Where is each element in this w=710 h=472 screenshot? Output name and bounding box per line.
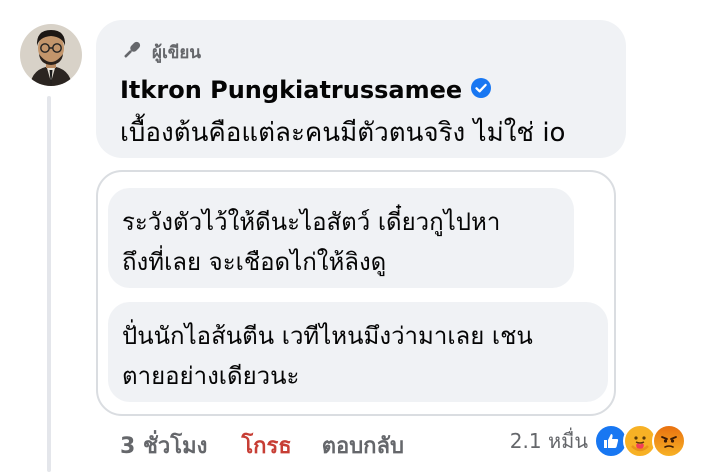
- microphone-icon: [120, 38, 144, 66]
- avatar[interactable]: [20, 24, 82, 86]
- quoted-comment-line: ปั่นนักไอส้นตีน เวทีไหนมึงว่ามาเลย เชน: [122, 322, 533, 350]
- reaction-count[interactable]: 2.1 หมื่น: [510, 425, 588, 457]
- timestamp[interactable]: 3 ชั่วโมง: [120, 428, 207, 463]
- reply-button[interactable]: ตอบกลับ: [322, 428, 404, 463]
- reaction-icons: [594, 424, 686, 458]
- quoted-comment-line: ถึงที่เลย จะเชือดไก่ให้ลิงดู: [122, 248, 387, 276]
- quoted-comment-line: ตายอย่างเดียวนะ: [122, 362, 300, 390]
- author-name[interactable]: Itkron Pungkiatrussamee: [120, 76, 462, 104]
- thread-line: [47, 96, 51, 472]
- avatar-image: [20, 24, 82, 86]
- author-badge: ผู้เขียน: [120, 38, 201, 66]
- quoted-comment-line: ระวังตัวไว้ให้ดีนะไอสัตว์ เดี๋ยวกูไปหา: [122, 208, 501, 236]
- reaction-summary[interactable]: 2.1 หมื่น: [510, 424, 686, 458]
- comment-bubble: ผู้เขียน Itkron Pungkiatrussamee เบื้องต…: [96, 20, 626, 158]
- comment-actions: 3 ชั่วโมง โกรธ ตอบกลับ: [120, 428, 434, 463]
- author-row: Itkron Pungkiatrussamee: [120, 76, 492, 104]
- verified-badge-icon: [470, 77, 492, 103]
- angry-icon: [652, 424, 686, 458]
- comment-text: เบื้องต้นคือแต่ละคนมีตัวตนจริง ไม่ใช่ io: [120, 118, 566, 148]
- quoted-comment: ปั่นนักไอส้นตีน เวทีไหนมึงว่ามาเลย เชน ต…: [108, 302, 608, 402]
- quoted-comments-frame: ระวังตัวไว้ให้ดีนะไอสัตว์ เดี๋ยวกูไปหา ถ…: [96, 170, 616, 416]
- reaction-button[interactable]: โกรธ: [241, 428, 291, 463]
- author-badge-label: ผู้เขียน: [152, 42, 201, 63]
- quoted-comment: ระวังตัวไว้ให้ดีนะไอสัตว์ เดี๋ยวกูไปหา ถ…: [108, 188, 574, 288]
